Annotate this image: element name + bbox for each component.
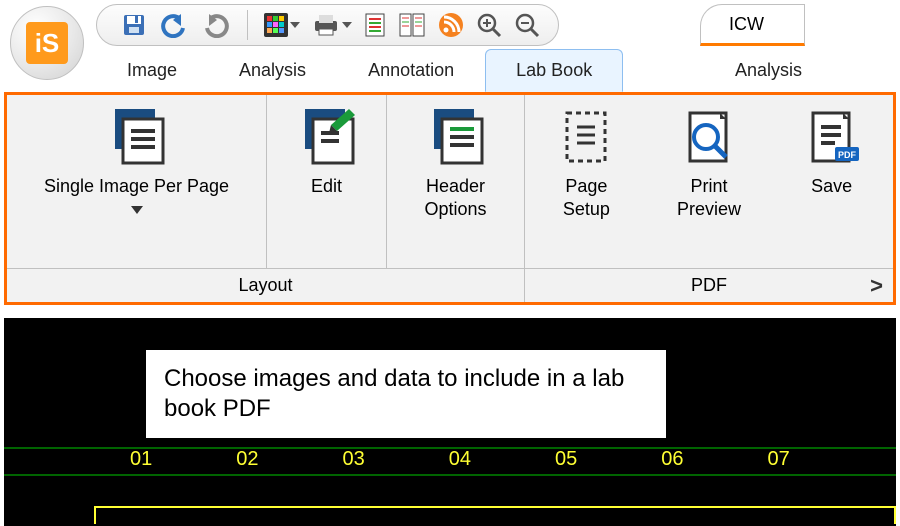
multi-document-icon[interactable] [398,12,426,38]
undo-icon[interactable] [159,12,189,38]
color-grid-icon[interactable] [264,13,300,37]
save-icon[interactable] [121,12,147,38]
separator [247,10,248,40]
chevron-down-icon [342,22,352,28]
lane-label: 01 [130,448,152,471]
lane-label: 02 [236,448,258,471]
document-icon[interactable] [364,12,386,38]
selection-bracket [94,506,896,524]
group-label-pdf: PDF > [525,268,893,302]
lane-label: 03 [343,448,365,471]
title-tab[interactable]: ICW [700,4,805,46]
ribbon-tabs: Image Analysis Annotation Lab Book [96,48,623,92]
title-label: ICW [729,14,764,35]
track-line [4,474,896,476]
contextual-tabs: Analysis [700,48,837,92]
ribbon-highlight: Single Image Per Page Edit Header Option… [4,92,896,305]
lane-label: 04 [449,448,471,471]
group-label-layout: Layout [7,268,524,302]
button-label: Edit [311,175,342,198]
button-label: Single Image Per Page [44,175,229,198]
lane-labels: 01 02 03 04 05 06 07 [0,448,900,471]
page-setup-button[interactable]: Page Setup [525,95,648,268]
lane-label: 07 [768,448,790,471]
header-options-button[interactable]: Header Options [387,95,524,268]
button-label: Header Options [424,175,486,220]
tab-image[interactable]: Image [96,49,208,92]
lane-label: 05 [555,448,577,471]
edit-button[interactable]: Edit [267,95,387,268]
single-image-per-page-button[interactable]: Single Image Per Page [7,95,267,268]
quick-access-toolbar [96,4,559,46]
lane-label: 06 [661,448,683,471]
tab-annotation[interactable]: Annotation [337,49,485,92]
print-preview-button[interactable]: Print Preview [648,95,771,268]
button-label: Page Setup [563,175,610,220]
tab-analysis[interactable]: Analysis [208,49,337,92]
tab-lab-book[interactable]: Lab Book [485,49,623,92]
button-label: Print Preview [677,175,741,220]
tab-analysis-contextual[interactable]: Analysis [700,49,837,92]
rss-icon[interactable] [438,12,464,38]
save-pdf-button[interactable]: PDF Save [770,95,893,268]
app-menu-button[interactable]: iS [10,6,84,80]
chevron-down-icon [290,22,300,28]
app-logo: iS [26,22,68,64]
button-label: Save [811,175,852,198]
redo-icon[interactable] [201,12,231,38]
zoom-out-icon[interactable] [514,12,540,38]
chevron-down-icon [131,206,143,214]
annotation-callout: Choose images and data to include in a l… [146,350,666,438]
zoom-in-icon[interactable] [476,12,502,38]
svg-text:PDF: PDF [838,150,857,160]
print-icon[interactable] [312,13,352,37]
group-launcher-icon[interactable]: > [870,273,883,299]
